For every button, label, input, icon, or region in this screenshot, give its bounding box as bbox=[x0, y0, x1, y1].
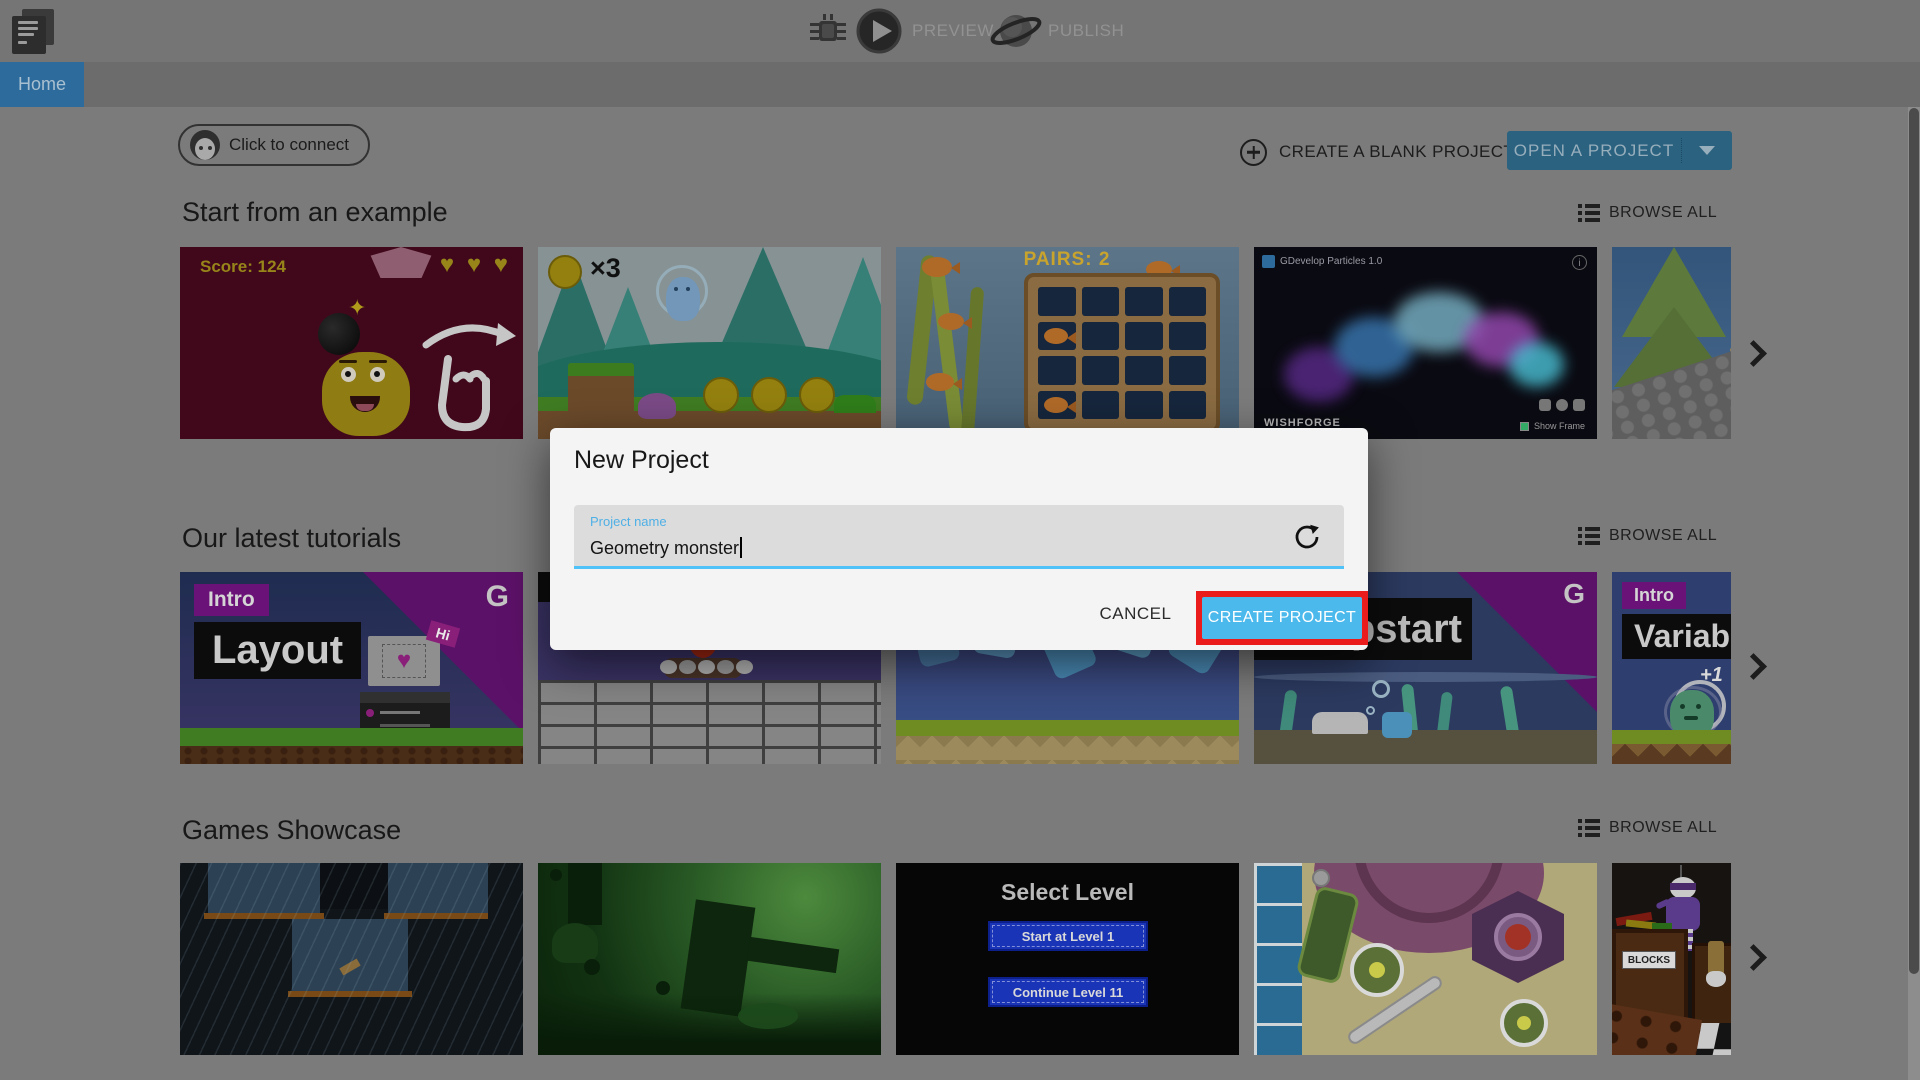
score-text: Score: 124 bbox=[200, 257, 286, 276]
project-name-field[interactable]: Project name Geometry monster bbox=[574, 505, 1344, 569]
hearts: ♥ ♥ ♥ bbox=[439, 251, 511, 278]
browse-all-tutorials[interactable]: BROWSE ALL bbox=[1578, 527, 1717, 545]
tutorial-tag: Intro bbox=[1622, 582, 1686, 609]
card-oshi[interactable]: Oshi's Journey bbox=[538, 863, 881, 1055]
account-icon bbox=[190, 130, 220, 160]
refresh-icon[interactable] bbox=[1292, 522, 1322, 552]
tutorial-tag: Intro bbox=[194, 584, 269, 616]
scroll-right-chevron[interactable] bbox=[1740, 653, 1767, 680]
social-icons bbox=[1539, 399, 1585, 411]
swipe-hand-icon bbox=[422, 323, 516, 432]
section-title-examples: Start from an example bbox=[182, 197, 448, 227]
tab-bar: Home bbox=[0, 62, 1920, 107]
browse-all-label: BROWSE ALL bbox=[1609, 204, 1718, 221]
open-project-label: OPEN A PROJECT bbox=[1513, 140, 1675, 160]
card-particles-demo[interactable]: GDevelop Particles 1.0 i WISHFORGE Show … bbox=[1254, 247, 1597, 439]
connect-button[interactable]: Click to connect bbox=[178, 124, 370, 166]
card-platformer[interactable]: ×3 Platformer bbox=[538, 247, 881, 439]
gdevelop-logo: G bbox=[1563, 578, 1585, 609]
continue-level-button[interactable]: Continue Level 11 bbox=[988, 977, 1148, 1007]
card-pinball[interactable]: Pinball 3D bbox=[1254, 863, 1597, 1055]
list-icon bbox=[1578, 527, 1600, 545]
create-project-button[interactable]: CREATE PROJECT bbox=[1202, 597, 1362, 639]
start-level-button[interactable]: Start at Level 1 bbox=[988, 921, 1148, 951]
list-icon bbox=[1578, 819, 1600, 837]
gdevelop-window: PREVIEW PUBLISH Home Click to connect CR… bbox=[0, 0, 1920, 1080]
scroll-right-chevron[interactable] bbox=[1740, 340, 1767, 367]
card-comet-combat[interactable]: Select Level Start at Level 1 Continue L… bbox=[896, 863, 1239, 1055]
create-project-label: CREATE PROJECT bbox=[1207, 609, 1357, 626]
debug-icon[interactable] bbox=[806, 9, 850, 53]
connect-label: Click to connect bbox=[229, 135, 349, 154]
bomb-spark: ✦ bbox=[348, 295, 367, 320]
browse-all-showcase[interactable]: BROWSE ALL bbox=[1578, 819, 1717, 837]
chevron-down-icon[interactable] bbox=[1699, 146, 1715, 155]
coin-count: ×3 bbox=[590, 253, 621, 283]
dialog-title: New Project bbox=[574, 446, 709, 474]
card-geometry-monster[interactable]: Score: 124 ♥ ♥ ♥ ✦ Geometry monster bbox=[180, 247, 523, 439]
cancel-button[interactable]: CANCEL bbox=[1083, 604, 1188, 624]
tutorial-word: Variables bbox=[1622, 614, 1731, 659]
card-tutorial-variables[interactable]: Intro Variables +1 bbox=[1612, 572, 1731, 764]
particles-watermark: GDevelop Particles 1.0 bbox=[1280, 256, 1383, 267]
text-cursor bbox=[740, 537, 742, 558]
browse-all-label: BROWSE ALL bbox=[1609, 527, 1718, 544]
list-icon bbox=[1578, 204, 1600, 222]
monster bbox=[322, 352, 410, 436]
browse-all-label: BROWSE ALL bbox=[1609, 819, 1718, 836]
section-title-showcase: Games Showcase bbox=[182, 815, 402, 845]
section-title-tutorials: Our latest tutorials bbox=[182, 523, 402, 553]
field-label: Project name bbox=[590, 514, 667, 529]
project-manager-icon-front[interactable] bbox=[12, 16, 46, 54]
card-lost-dog[interactable]: The Lost Dog's Frienship bbox=[180, 863, 523, 1055]
card-blocks[interactable]: BLOCKS It's Block Ma bbox=[1612, 863, 1731, 1055]
field-focus-underline bbox=[574, 566, 1344, 569]
card-downhill[interactable]: G Downhill bike physics demo bbox=[1612, 247, 1731, 439]
field-value[interactable]: Geometry monster bbox=[590, 538, 739, 558]
tab-home[interactable]: Home bbox=[0, 62, 84, 107]
play-icon[interactable] bbox=[856, 8, 902, 54]
pentagon-shape bbox=[370, 247, 432, 278]
plus-circle-icon bbox=[1240, 138, 1267, 166]
publish-button[interactable]: PUBLISH bbox=[1048, 0, 1124, 62]
pairs-banner: PAIRS: 2 bbox=[1023, 249, 1111, 270]
toolbar: PREVIEW PUBLISH bbox=[0, 0, 1920, 62]
scrollbar-thumb[interactable] bbox=[1909, 108, 1919, 974]
browse-all-examples[interactable]: BROWSE ALL bbox=[1578, 204, 1717, 222]
new-project-dialog: New Project Project name Geometry monste… bbox=[550, 428, 1368, 650]
blocks-label: BLOCKS bbox=[1622, 951, 1676, 969]
tutorial-word: Layout bbox=[194, 622, 362, 679]
info-icon: i bbox=[1572, 255, 1587, 270]
show-frame-label: Show Frame bbox=[1533, 421, 1585, 431]
button-divider bbox=[1681, 138, 1682, 163]
preview-button[interactable]: PREVIEW bbox=[912, 0, 994, 62]
card-tutorial-layout[interactable]: G Intro Layout ♥ Hi bbox=[180, 572, 523, 764]
select-level-title: Select Level bbox=[1001, 879, 1134, 905]
create-blank-project-button[interactable]: CREATE A BLANK PROJECT bbox=[1240, 132, 1514, 172]
pairs-grid bbox=[1024, 273, 1220, 433]
gdevelop-logo: G bbox=[485, 580, 509, 613]
publish-icon[interactable] bbox=[990, 7, 1042, 55]
card-pairs[interactable]: PAIRS: 2 bbox=[896, 247, 1239, 439]
open-project-button[interactable]: OPEN A PROJECT bbox=[1507, 131, 1732, 170]
create-blank-label: CREATE A BLANK PROJECT bbox=[1279, 142, 1515, 161]
showcase-row: The Lost Dog's Frienship Oshi's Journey … bbox=[180, 863, 1731, 1080]
scroll-right-chevron[interactable] bbox=[1740, 944, 1767, 971]
annotation-highlight: CREATE PROJECT bbox=[1196, 591, 1368, 645]
